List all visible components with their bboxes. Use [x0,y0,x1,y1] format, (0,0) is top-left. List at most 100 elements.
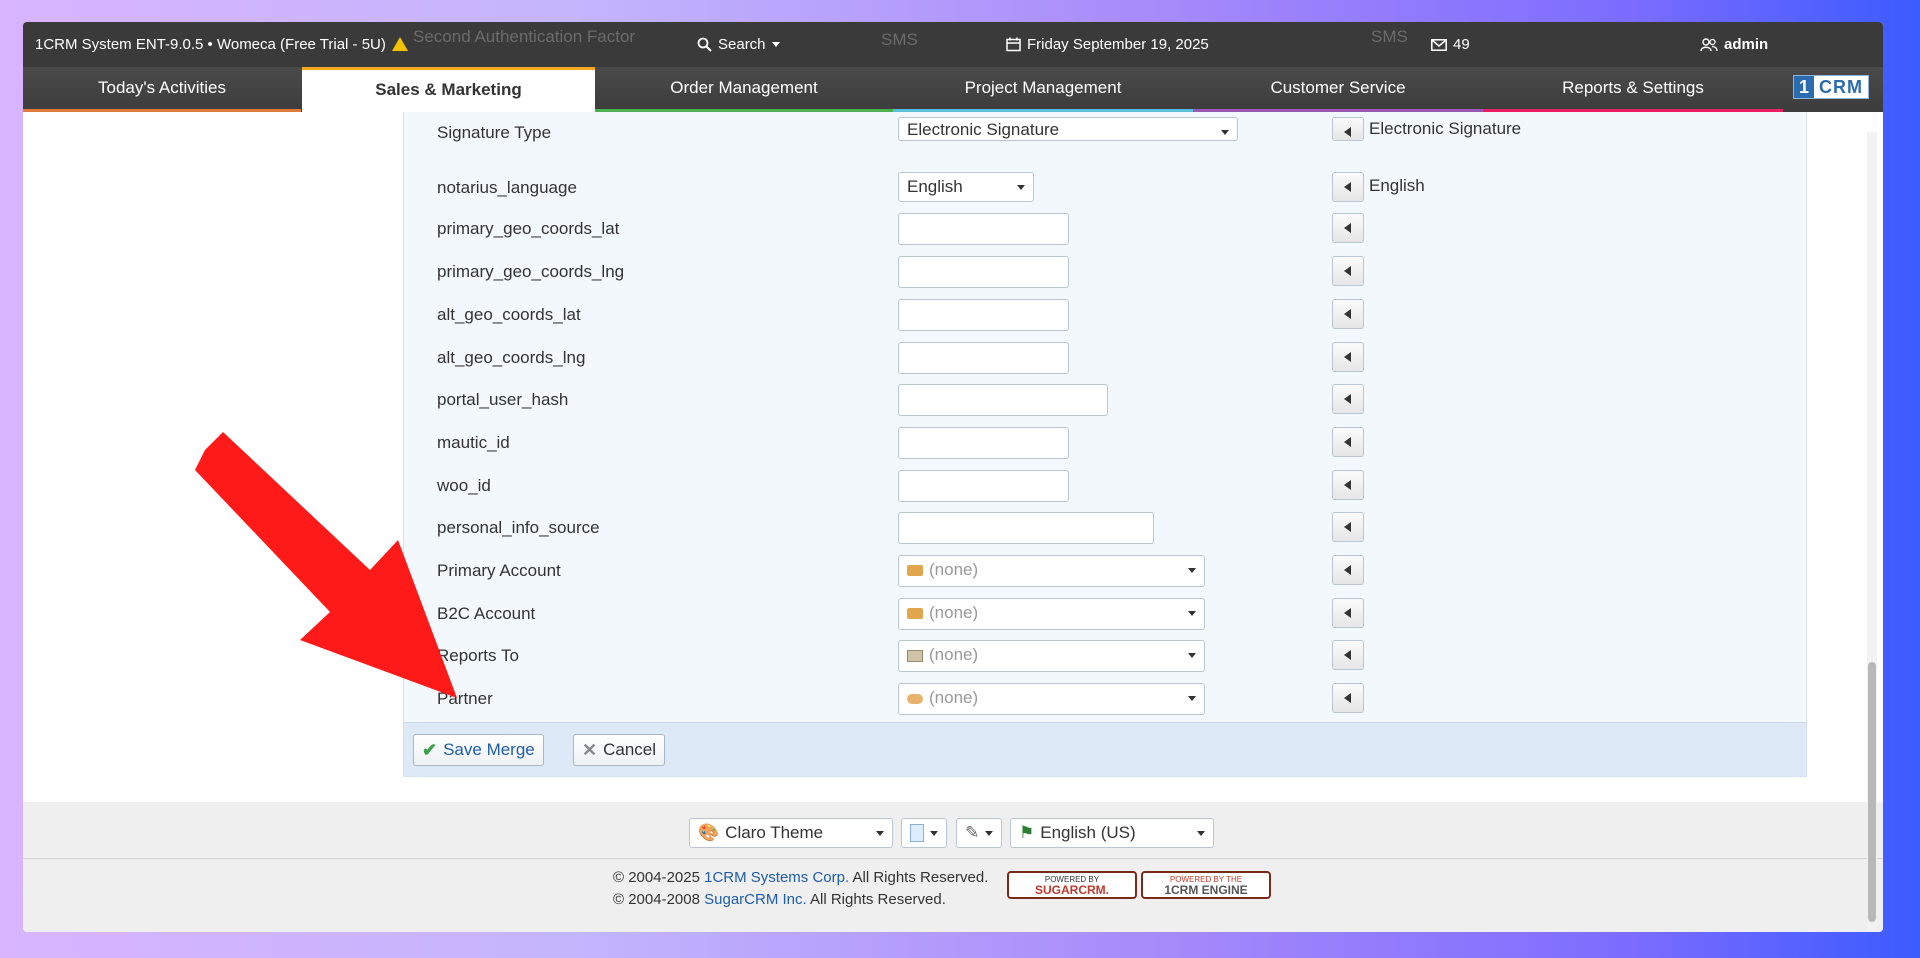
save-merge-label: Save Merge [443,740,535,759]
copy-left-button[interactable] [1332,470,1364,500]
color-swatch-icon [910,824,924,842]
copy-left-button[interactable] [1332,640,1364,670]
tab-customer-service[interactable]: Customer Service [1193,67,1483,112]
sugarcrm-link[interactable]: SugarCRM Inc. [704,891,807,908]
save-merge-button[interactable]: ✔ Save Merge [413,734,544,766]
b2c-account-select[interactable]: (none) [898,598,1205,630]
form-row-portal-user-hash: portal_user_hash [404,384,1806,426]
date-text: Friday September 19, 2025 [1027,36,1209,53]
copy-left-button[interactable] [1332,117,1364,141]
form-row-primary-geo-lat: primary_geo_coords_lat [404,213,1806,255]
badge-title: 1CRM ENGINE [1164,883,1248,897]
language-footer-select[interactable]: ⚑ English (US) [1010,818,1214,848]
tab-todays-activities[interactable]: Today's Activities [23,67,301,112]
form-row-woo-id: woo_id [404,470,1806,512]
cancel-button[interactable]: ✕ Cancel [573,734,666,766]
mail-count: 49 [1453,36,1470,53]
form-row-primary-geo-lng: primary_geo_coords_lng [404,256,1806,298]
select-value: (none) [929,645,979,664]
form-row-partner: Partner (none) [404,683,1806,725]
users-icon [1700,37,1718,51]
checkmark-icon: ✔ [422,739,438,760]
close-icon: ✕ [582,739,598,760]
edit-layout-select[interactable]: ✎ [956,818,1002,848]
search-icon [697,37,712,52]
copy-left-button[interactable] [1332,598,1364,628]
tab-sales-marketing[interactable]: Sales & Marketing [302,67,595,112]
signature-type-select[interactable]: Electronic Signature [898,117,1238,141]
reports-to-select[interactable]: (none) [898,640,1205,672]
copy-left-button[interactable] [1332,512,1364,542]
merge-source-value: English [1369,176,1425,195]
form-row-notarius-language: notarius_language English English [404,172,1806,214]
logo-number: 1 [1794,76,1814,98]
page-scrollbar[interactable] [1867,132,1877,932]
copy-left-button[interactable] [1332,427,1364,457]
copyright-years: © 2004-2008 [613,891,700,908]
contact-card-icon [907,650,923,662]
search-label: Search [718,36,766,53]
user-menu[interactable]: admin [1700,36,1768,53]
folder-icon [907,608,923,619]
powered-by-sugarcrm-badge[interactable]: POWERED BY SUGARCRM. [1007,871,1137,899]
top-bar: Second Authentication Factor SMS SMS 1CR… [23,22,1883,67]
primary-geo-lng-input[interactable] [898,256,1069,288]
theme-select[interactable]: 🎨 Claro Theme [689,818,893,848]
form-row-personal-info-source: personal_info_source [404,512,1806,554]
color-select[interactable] [901,818,947,848]
mautic-id-input[interactable] [898,427,1069,459]
alt-geo-lat-input[interactable] [898,299,1069,331]
folder-icon [907,565,923,576]
warning-icon[interactable] [391,36,408,51]
language-flag-icon: ⚑ [1019,823,1035,842]
calendar-icon [1006,37,1021,52]
copy-left-button[interactable] [1332,342,1364,372]
primary-account-select[interactable]: (none) [898,555,1205,587]
copyright-text: © 2004-2025 1CRM Systems Corp. All Right… [613,867,988,911]
tab-order-management[interactable]: Order Management [595,67,893,112]
app-title-text: 1CRM System ENT-9.0.5 • Womeca (Free Tri… [35,36,386,53]
scrollbar-thumb[interactable] [1868,662,1876,922]
date-display[interactable]: Friday September 19, 2025 [1006,36,1209,53]
1crm-link[interactable]: 1CRM Systems Corp. [704,869,849,886]
partner-select[interactable]: (none) [898,683,1205,715]
user-name: admin [1724,36,1769,53]
portal-user-hash-input[interactable] [898,384,1108,416]
alt-geo-lng-input[interactable] [898,342,1069,374]
form-action-bar: ✔ Save Merge ✕ Cancel [404,722,1806,776]
palette-icon: 🎨 [698,823,720,842]
personal-info-source-input[interactable] [898,512,1154,544]
form-row-primary-account: Primary Account (none) [404,555,1806,597]
tab-reports-settings[interactable]: Reports & Settings [1483,67,1783,112]
form-row-alt-geo-lng: alt_geo_coords_lng [404,342,1806,384]
primary-geo-lat-input[interactable] [898,213,1069,245]
tab-project-management[interactable]: Project Management [893,67,1193,112]
copy-left-button[interactable] [1332,256,1364,286]
copy-left-button[interactable] [1332,299,1364,329]
copyright-years: © 2004-2025 [613,869,700,886]
app-logo[interactable]: 1 CRM [1793,75,1869,99]
select-value: (none) [929,560,979,579]
field-label: alt_geo_coords_lng [437,348,586,367]
copy-left-button[interactable] [1332,384,1364,414]
select-value: (none) [929,688,979,707]
merge-form-panel: Signature Type Electronic Signature Elec… [403,112,1807,777]
rights-text: All Rights Reserved. [852,869,989,886]
field-label: alt_geo_coords_lat [437,305,581,324]
copy-left-button[interactable] [1332,683,1364,713]
field-label: Signature Type [437,123,552,142]
main-nav: Today's Activities Sales & Marketing Ord… [23,67,1883,112]
powered-by-1crm-badge[interactable]: POWERED BY THE 1CRM ENGINE [1141,871,1271,899]
copy-left-button[interactable] [1332,172,1364,202]
mail-menu[interactable]: 49 [1431,36,1470,53]
search-menu[interactable]: Search [697,36,780,53]
form-row-signature-type: Signature Type Electronic Signature Elec… [404,117,1806,159]
copy-left-button[interactable] [1332,555,1364,585]
footer-copyright: © 2004-2025 1CRM Systems Corp. All Right… [23,859,1883,932]
ghost-field-value: SMS [881,30,918,49]
field-label: notarius_language [437,178,577,197]
badge-title: SUGARCRM. [1035,883,1109,897]
woo-id-input[interactable] [898,470,1069,502]
copy-left-button[interactable] [1332,213,1364,243]
language-select[interactable]: English [898,172,1034,202]
